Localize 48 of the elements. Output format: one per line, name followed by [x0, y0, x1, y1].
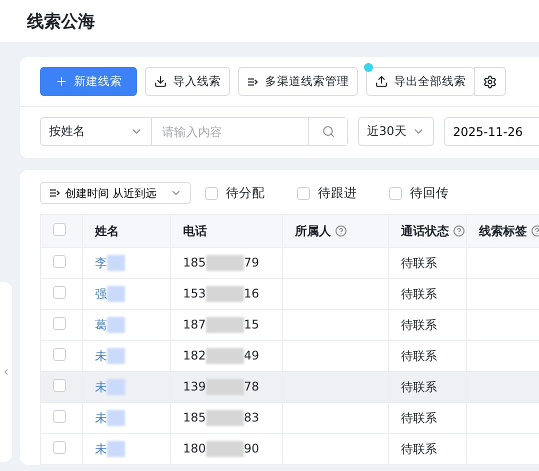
sort-select[interactable]: 创建时间 从近到远: [40, 182, 191, 204]
table-row[interactable]: 未 182 49 待联系: [40, 340, 539, 372]
name-link[interactable]: 葛: [95, 318, 107, 332]
filter-checkbox[interactable]: 待回传: [389, 184, 449, 202]
field-select[interactable]: 按姓名: [41, 118, 151, 145]
table-row[interactable]: 李 185 79 待联系: [40, 248, 539, 278]
phone-prefix: 185: [183, 410, 206, 424]
name-link[interactable]: 强: [95, 286, 107, 300]
phone-prefix: 187: [183, 317, 206, 332]
phone-suffix: 16: [244, 286, 260, 300]
phone-prefix: 180: [183, 441, 206, 456]
phone-prefix: 153: [183, 286, 206, 300]
toolbar-button[interactable]: 多渠道线索管理: [238, 67, 358, 96]
phone-suffix: 79: [244, 255, 260, 270]
phone-suffix: 15: [244, 317, 260, 332]
phone-suffix: 78: [244, 379, 260, 394]
name-link[interactable]: 未: [95, 348, 107, 362]
table-row[interactable]: 未 185 83 待联系: [40, 402, 539, 434]
range-select[interactable]: 近30天: [358, 117, 434, 146]
toolbar-button[interactable]: 导出全部线索: [366, 67, 475, 96]
phone-prefix: 182: [183, 348, 206, 362]
name-link[interactable]: 未: [95, 410, 107, 424]
column-header: 所属人: [282, 214, 388, 248]
search-bar[interactable]: 按姓名 请输入内容: [40, 117, 348, 146]
name-link[interactable]: 未: [95, 380, 107, 394]
toolbar-button[interactable]: 导入线索: [145, 67, 230, 96]
table-row[interactable]: 未 139 78 待联系: [40, 372, 539, 402]
phone-prefix: 139: [183, 379, 206, 394]
name-link[interactable]: 李: [95, 256, 107, 270]
column-header: 线索标签: [466, 214, 539, 248]
new-button[interactable]: 新建线索: [40, 67, 137, 96]
name-link[interactable]: 未: [95, 442, 107, 456]
table-row[interactable]: 强 153 16 待联系: [40, 278, 539, 310]
column-header: 电话: [170, 214, 282, 248]
filter-checkbox[interactable]: 待跟进: [297, 184, 357, 202]
column-header: 姓名: [82, 214, 170, 248]
table-row[interactable]: 葛 187 15 待联系: [40, 310, 539, 340]
phone-suffix: 90: [244, 441, 260, 456]
phone-prefix: 185: [183, 255, 206, 270]
table-row[interactable]: 未 180 90 待联系: [40, 434, 539, 464]
status-cell: 待联系: [388, 434, 466, 464]
filter-checkbox[interactable]: 待分配: [205, 184, 265, 202]
phone-suffix: 83: [244, 410, 260, 424]
range-label: 近30天: [367, 123, 406, 140]
date-field[interactable]: 2025-11-26: [444, 117, 539, 146]
phone-suffix: 49: [244, 348, 260, 362]
page-title: 线索公海: [27, 10, 95, 32]
column-header: 通话状态: [388, 214, 466, 248]
